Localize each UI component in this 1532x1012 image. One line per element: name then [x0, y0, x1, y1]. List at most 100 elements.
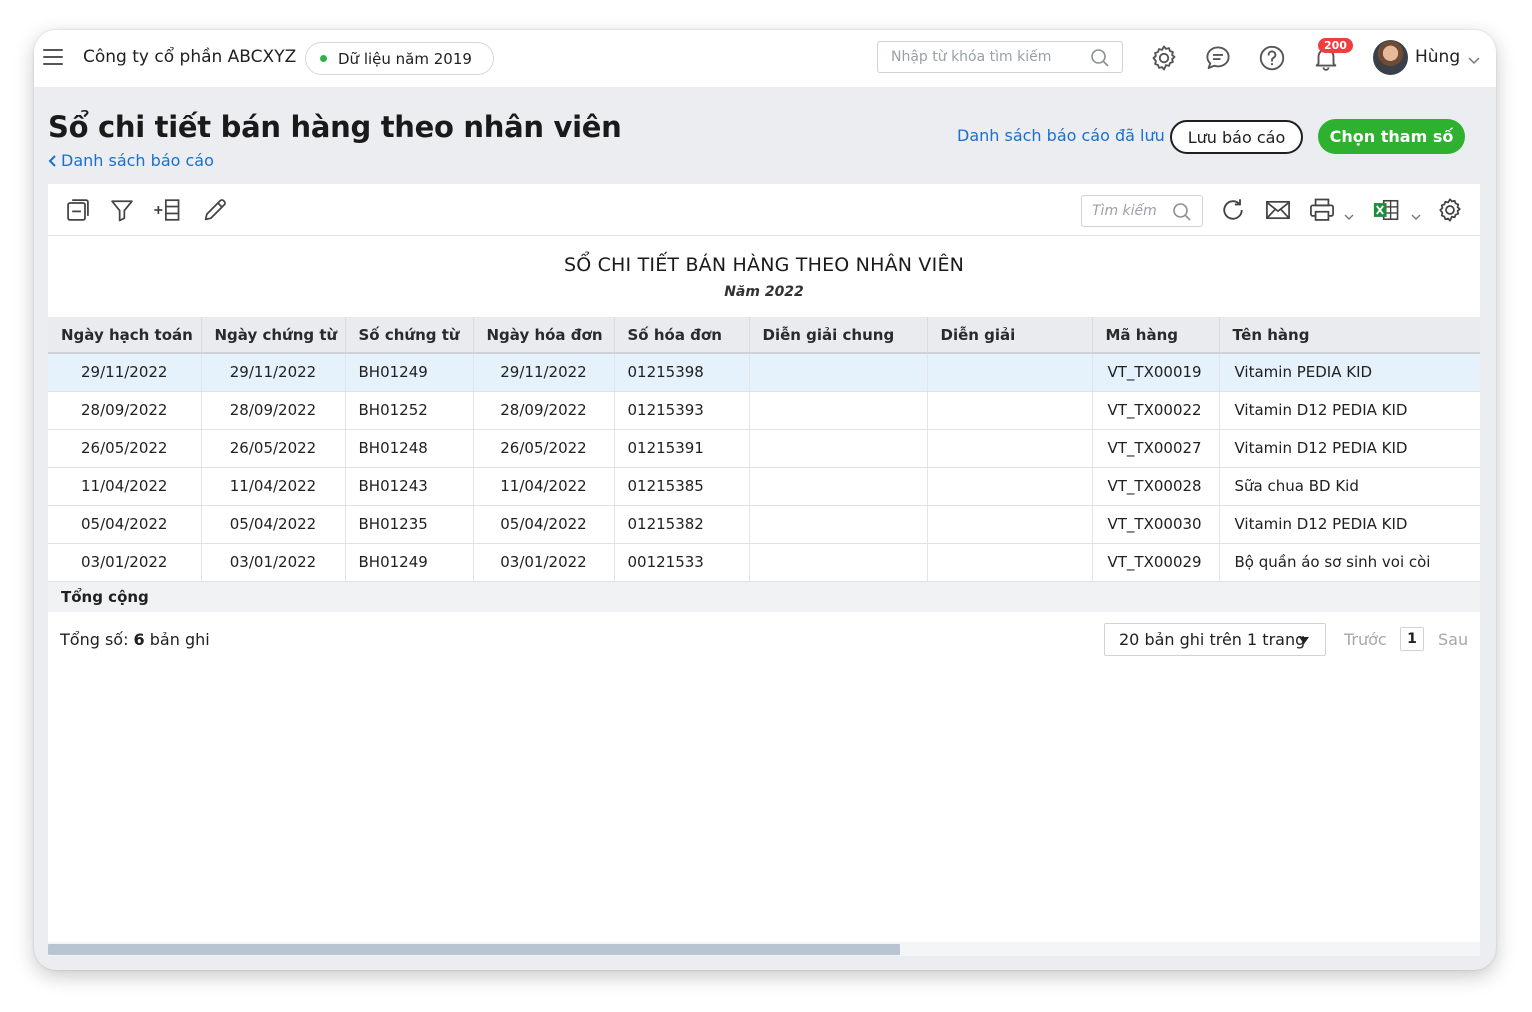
export-options-chevron-icon[interactable]	[1411, 206, 1421, 220]
cell-description	[927, 391, 1093, 430]
cell-description	[927, 543, 1093, 582]
global-search-input[interactable]	[891, 42, 1091, 72]
cell-item-code: VT_TX00029	[1092, 543, 1220, 582]
cell-item-code: VT_TX00028	[1092, 467, 1220, 506]
table-footer-row: Tổng cộng	[48, 581, 1480, 612]
cell-voucher-number: BH01243	[345, 467, 474, 506]
cell-voucher-date: 28/09/2022	[201, 391, 346, 430]
cell-item-code: VT_TX00022	[1092, 391, 1220, 430]
cell-invoice-number: 01215398	[614, 353, 750, 392]
cell-voucher-number: BH01249	[345, 543, 474, 582]
cell-posting-date: 29/11/2022	[48, 353, 202, 392]
cell-voucher-number: BH01248	[345, 429, 474, 468]
current-page-button[interactable]: 1	[1400, 627, 1424, 651]
cell-general-description	[749, 543, 928, 582]
column-header[interactable]: Tên hàng	[1219, 317, 1480, 354]
refresh-icon[interactable]	[1217, 194, 1249, 226]
cell-invoice-number: 01215382	[614, 505, 750, 544]
column-header[interactable]: Số hóa đơn	[614, 317, 750, 354]
column-header[interactable]: Ngày chứng từ	[201, 317, 346, 354]
report-title: SỔ CHI TIẾT BÁN HÀNG THEO NHÂN VIÊN	[563, 254, 965, 276]
cell-item-name: Sữa chua BD Kid	[1219, 467, 1480, 506]
back-to-report-list-link[interactable]: Danh sách báo cáo	[48, 151, 214, 170]
cell-voucher-number: BH01235	[345, 505, 474, 544]
chevron-down-icon[interactable]	[1467, 50, 1481, 69]
page-title: Sổ chi tiết bán hàng theo nhân viên	[48, 110, 622, 144]
company-name[interactable]: Công ty cổ phần ABCXYZ	[83, 47, 296, 67]
table-row[interactable]: 26/05/2022 26/05/2022 BH01248 26/05/2022 012…	[48, 429, 1480, 468]
cell-item-code: VT_TX00027	[1092, 429, 1220, 468]
choose-parameters-button[interactable]: Chọn tham số	[1318, 119, 1465, 154]
back-link-label: Danh sách báo cáo	[61, 151, 214, 170]
column-header[interactable]: Diễn giải chung	[749, 317, 928, 354]
cell-description	[927, 467, 1093, 506]
table-row[interactable]: 11/04/2022 11/04/2022 BH01243 11/04/2022 012…	[48, 467, 1480, 506]
dropdown-triangle-icon	[1299, 637, 1309, 644]
column-header[interactable]: Số chứng từ	[345, 317, 474, 354]
report-search-input[interactable]	[1092, 196, 1177, 226]
cell-voucher-date: 26/05/2022	[201, 429, 346, 468]
search-icon[interactable]	[1090, 48, 1110, 72]
column-header[interactable]: Ngày hóa đơn	[473, 317, 615, 354]
excel-export-icon[interactable]	[1370, 194, 1402, 226]
app-window: Công ty cổ phần ABCXYZ Dữ liệu năm 2019 …	[34, 30, 1496, 970]
next-page-button[interactable]: Sau	[1438, 630, 1468, 649]
report-toolbar	[48, 184, 1480, 236]
edit-pencil-icon[interactable]	[199, 194, 231, 226]
report-panel: SỔ CHI TIẾT BÁN HÀNG THEO NHÂN VIÊN Năm …	[48, 184, 1480, 956]
cell-item-code: VT_TX00030	[1092, 505, 1220, 544]
total-records: Tổng số: 6 bản ghi	[60, 630, 210, 649]
cell-item-name: Vitamin D12 PEDIA KID	[1219, 391, 1480, 430]
email-icon[interactable]	[1262, 194, 1294, 226]
user-avatar[interactable]	[1373, 40, 1408, 75]
column-header[interactable]: Diễn giải	[927, 317, 1093, 354]
cell-voucher-date: 03/01/2022	[201, 543, 346, 582]
cell-invoice-number: 01215393	[614, 391, 750, 430]
cell-invoice-date: 11/04/2022	[473, 467, 615, 506]
chat-icon[interactable]	[1202, 42, 1234, 74]
collapse-icon[interactable]	[62, 194, 94, 226]
column-header[interactable]: Ngày hạch toán	[48, 317, 202, 354]
save-report-button[interactable]: Lưu báo cáo	[1170, 120, 1303, 154]
table-header-row: Ngày hạch toán Ngày chứng từ Số chứng từ…	[48, 317, 1480, 354]
cell-voucher-date: 29/11/2022	[201, 353, 346, 392]
search-icon[interactable]	[1172, 202, 1192, 226]
data-year-selector[interactable]: Dữ liệu năm 2019	[305, 42, 494, 75]
report-search	[1081, 195, 1203, 227]
settings-gear-icon[interactable]	[1148, 42, 1180, 74]
horizontal-scrollbar-thumb[interactable]	[48, 944, 900, 955]
notification-badge: 200	[1318, 38, 1353, 53]
cell-voucher-date: 05/04/2022	[201, 505, 346, 544]
cell-posting-date: 03/01/2022	[48, 543, 202, 582]
cell-general-description	[749, 467, 928, 506]
cell-invoice-date: 26/05/2022	[473, 429, 615, 468]
report-table: Ngày hạch toán Ngày chứng từ Số chứng từ…	[48, 317, 1480, 612]
table-row[interactable]: 29/11/2022 29/11/2022 BH01249 29/11/2022 012…	[48, 353, 1480, 392]
add-row-icon[interactable]	[151, 194, 183, 226]
menu-icon[interactable]	[43, 49, 63, 65]
table-row[interactable]: 03/01/2022 03/01/2022 BH01249 03/01/2022 001…	[48, 543, 1480, 582]
print-options-chevron-icon[interactable]	[1344, 206, 1354, 220]
filter-icon[interactable]	[106, 194, 138, 226]
cell-description	[927, 505, 1093, 544]
help-icon[interactable]	[1256, 42, 1288, 74]
cell-description	[927, 429, 1093, 468]
cell-invoice-number: 01215391	[614, 429, 750, 468]
cell-invoice-number: 01215385	[614, 467, 750, 506]
page-size-label: 20 bản ghi trên 1 trang	[1119, 630, 1306, 649]
cell-general-description	[749, 391, 928, 430]
column-header[interactable]: Mã hàng	[1092, 317, 1220, 354]
saved-reports-link[interactable]: Danh sách báo cáo đã lưu	[957, 126, 1165, 145]
user-name[interactable]: Hùng	[1415, 47, 1460, 67]
cell-posting-date: 26/05/2022	[48, 429, 202, 468]
cell-invoice-number: 00121533	[614, 543, 750, 582]
print-icon[interactable]	[1306, 194, 1338, 226]
status-dot-icon	[320, 55, 327, 62]
cell-item-name: Vitamin D12 PEDIA KID	[1219, 505, 1480, 544]
page-size-select[interactable]: 20 bản ghi trên 1 trang	[1104, 623, 1326, 656]
table-row[interactable]: 05/04/2022 05/04/2022 BH01235 05/04/2022 012…	[48, 505, 1480, 544]
report-settings-gear-icon[interactable]	[1434, 194, 1466, 226]
cell-item-name: Vitamin PEDIA KID	[1219, 353, 1480, 392]
prev-page-button[interactable]: Trước	[1344, 630, 1387, 649]
table-row[interactable]: 28/09/2022 28/09/2022 BH01252 28/09/2022 012…	[48, 391, 1480, 430]
